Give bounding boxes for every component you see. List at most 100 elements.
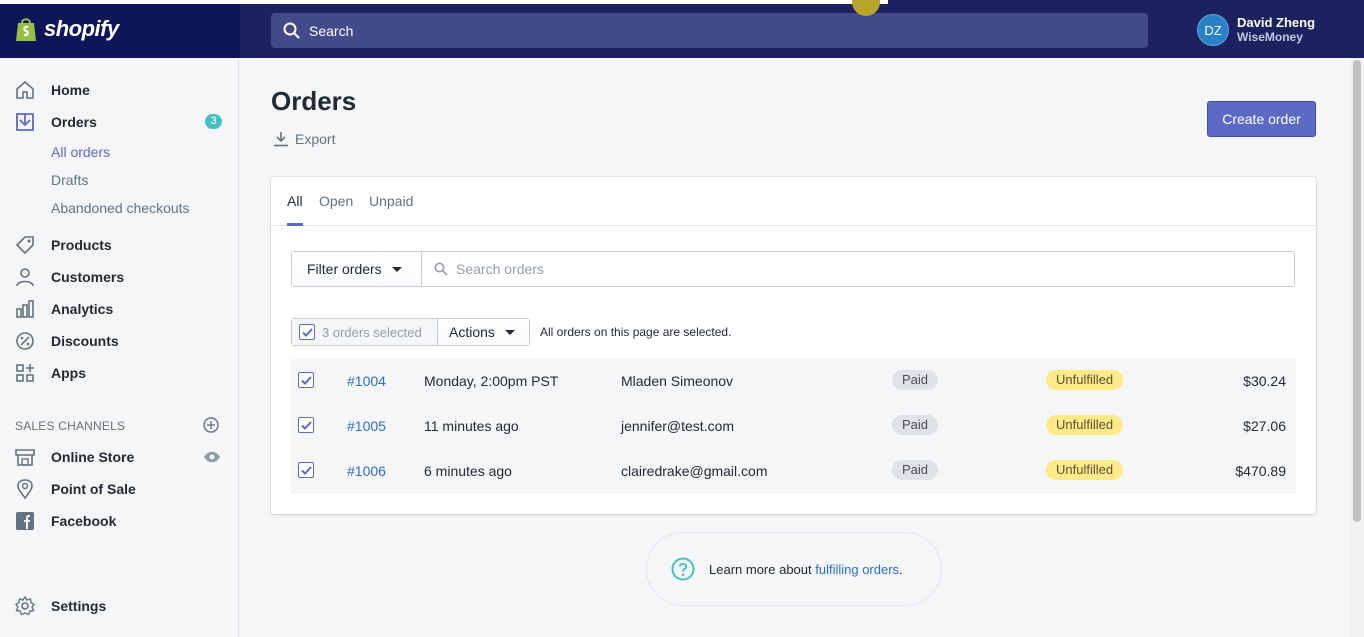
facebook-icon [16,512,34,530]
learn-more-suffix: . [899,561,903,577]
user-name: David Zheng [1237,15,1316,30]
fulfilling-orders-link[interactable]: fulfilling orders [815,562,899,577]
store-name: WiseMoney [1237,30,1303,44]
topbar-edge [1350,0,1364,58]
selected-count-label: 3 orders selected [322,324,422,340]
order-tabs: All Open Unpaid [271,177,1316,226]
page-scrollbar[interactable] [1350,0,1364,637]
tag-icon [15,236,34,255]
actions-label: Actions [449,324,495,340]
selection-note: All orders on this page are selected. [540,325,732,339]
top-bar: shopify Search DZ David Zheng WiseMoney [0,0,1364,58]
shopify-logo[interactable]: shopify [0,0,240,58]
global-search-input[interactable]: Search [271,13,1148,48]
sidebar-item-home[interactable]: Home [14,78,90,102]
bar-chart-icon [16,300,34,318]
sidebar-item-apps[interactable]: Apps [14,361,86,385]
learn-more-prefix: Learn more about [709,561,816,577]
eye-icon[interactable] [203,450,221,464]
tab-unpaid[interactable]: Unpaid [369,193,413,209]
loading-strip [0,0,888,4]
payment-status-badge: Paid [892,460,939,480]
table-row[interactable]: #1005 11 minutes ago jennifer@test.com P… [291,404,1296,449]
sidebar-subitem-abandoned-checkouts[interactable]: Abandoned checkouts [51,200,190,216]
search-orders-placeholder: Search orders [456,261,544,277]
order-number-link[interactable]: #1006 [347,463,386,479]
sidebar-item-label: Orders [51,114,97,130]
checkmark-icon [300,420,312,430]
checkmark-icon [300,375,312,385]
discount-icon [16,332,34,350]
search-placeholder: Search [309,22,354,39]
location-pin-icon [17,479,33,500]
select-all-checkbox[interactable] [299,324,315,340]
order-total: $27.06 [1243,418,1286,434]
export-label: Export [295,131,336,147]
person-icon [16,268,34,287]
shopify-bag-icon [16,18,36,41]
sidebar-item-customers[interactable]: Customers [14,265,124,289]
apps-icon [16,364,34,382]
search-icon [283,22,300,39]
sidebar-item-online-store[interactable]: Online Store [14,445,134,469]
page-title: Orders [271,86,357,116]
order-customer: jennifer@test.com [621,418,735,434]
help-icon [671,557,695,581]
sidebar-item-settings[interactable]: Settings [14,594,106,618]
scrollbar-thumb[interactable] [1353,60,1361,522]
avatar[interactable]: DZ [1197,14,1229,46]
sidebar-item-label: Products [51,237,112,253]
search-orders-input[interactable]: Search orders [422,252,1294,286]
active-tab-indicator [287,223,303,226]
row-checkbox[interactable] [298,462,314,478]
sidebar-item-label: Facebook [51,513,117,529]
learn-more-text: Learn more about fulfilling orders. [709,562,903,577]
order-date: Monday, 2:00pm PST [424,373,559,389]
sidebar-item-facebook[interactable]: Facebook [14,509,116,533]
create-order-button[interactable]: Create order [1207,101,1316,137]
sidebar-item-label: Point of Sale [51,481,136,497]
row-checkbox[interactable] [298,372,314,388]
sidebar-item-discounts[interactable]: Discounts [14,329,119,353]
export-button[interactable]: Export [273,131,335,147]
sidebar-item-analytics[interactable]: Analytics [14,297,113,321]
sidebar-subitem-drafts[interactable]: Drafts [51,172,88,188]
fulfillment-status-badge: Unfulfilled [1046,460,1124,480]
filter-orders-button[interactable]: Filter orders [292,252,422,286]
sidebar-item-orders[interactable]: Orders [14,110,97,134]
sidebar-item-label: Apps [51,365,86,381]
learn-more-banner: Learn more about fulfilling orders. [646,532,942,606]
tab-open[interactable]: Open [319,193,353,209]
orders-card: All Open Unpaid Filter orders Search ord… [271,177,1316,514]
bulk-actions-dropdown[interactable]: Actions [438,319,529,345]
sidebar-item-label: Settings [51,598,107,614]
checkmark-icon [300,465,312,475]
home-icon [16,80,34,99]
checkmark-icon [301,327,313,337]
filter-bar: Filter orders Search orders [291,251,1295,287]
order-number-link[interactable]: #1005 [347,418,386,434]
sidebar-item-label: Home [51,82,90,98]
payment-status-badge: Paid [892,370,939,390]
user-menu[interactable]: DZ David Zheng WiseMoney [1197,14,1315,46]
sidebar: Home Orders 3 All orders Drafts Abandone… [0,58,239,637]
bulk-actions-bar: 3 orders selected Actions All orders on … [291,318,731,346]
order-number-link[interactable]: #1004 [347,373,386,389]
order-customer: clairedrake@gmail.com [621,463,768,479]
sidebar-item-products[interactable]: Products [14,233,112,257]
orders-icon [16,113,34,131]
table-row[interactable]: #1006 6 minutes ago clairedrake@gmail.co… [291,449,1296,494]
add-channel-icon[interactable] [203,417,219,433]
row-checkbox[interactable] [298,417,314,433]
sidebar-item-label: Analytics [51,301,114,317]
sidebar-item-point-of-sale[interactable]: Point of Sale [14,477,136,501]
bulk-select-toggle[interactable]: 3 orders selected [292,319,438,345]
order-date: 6 minutes ago [424,463,512,479]
table-row[interactable]: #1004 Monday, 2:00pm PST Mladen Simeonov… [291,359,1296,404]
sidebar-item-label: Online Store [51,449,135,465]
tab-all[interactable]: All [287,193,303,209]
sidebar-subitem-all-orders[interactable]: All orders [51,144,110,160]
store-icon [15,449,35,466]
sidebar-item-label: Discounts [51,333,119,349]
orders-table: #1004 Monday, 2:00pm PST Mladen Simeonov… [291,359,1296,494]
